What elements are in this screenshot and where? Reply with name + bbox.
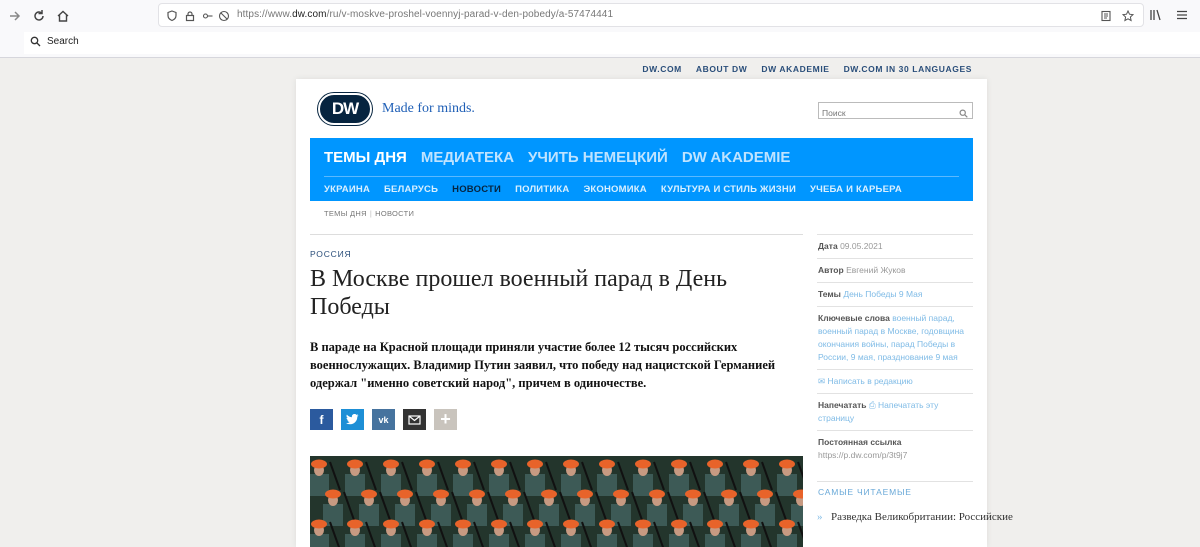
write-to-editor-link[interactable]: Написать в редакцию xyxy=(828,376,913,386)
vk-share-button[interactable]: vk xyxy=(372,409,395,430)
subtab-belarus[interactable]: БЕЛАРУСЬ xyxy=(384,184,438,195)
nav-divider xyxy=(324,176,959,177)
breadcrumb: ТЕМЫ ДНЯ | НОВОСТИ xyxy=(324,209,414,218)
bookmark-search-label: Search xyxy=(47,36,79,47)
dw-logo-mark: DW xyxy=(318,93,372,125)
meta-author: Автор Евгений Жуков xyxy=(817,258,973,282)
tab-learn-german[interactable]: УЧИТЬ НЕМЕЦКИЙ xyxy=(528,149,668,166)
breadcrumb-news[interactable]: НОВОСТИ xyxy=(375,209,414,218)
site-search[interactable] xyxy=(818,102,973,121)
tab-topics[interactable]: ТЕМЫ ДНЯ xyxy=(324,149,407,166)
meta-keywords: Ключевые слова военный парад, военный па… xyxy=(817,306,973,369)
share-buttons: f vk + xyxy=(310,409,457,430)
vk-icon: vk xyxy=(378,414,389,425)
twitter-share-button[interactable] xyxy=(341,409,364,430)
subtab-education[interactable]: УЧЕБА И КАРЬЕРА xyxy=(810,184,902,195)
twitter-icon xyxy=(346,414,359,425)
toplink-dw-com[interactable]: DW.COM xyxy=(642,64,681,74)
tab-media[interactable]: МЕДИАТЕКА xyxy=(421,149,514,166)
more-share-button[interactable]: + xyxy=(434,409,457,430)
write-to-editor[interactable]: ✉ Написать в редакцию xyxy=(817,369,973,393)
page-content: DW Made for minds. ТЕМЫ ДНЯ МЕДИАТЕКА УЧ… xyxy=(296,79,1013,547)
home-icon[interactable] xyxy=(54,7,72,25)
subtab-politics[interactable]: ПОЛИТИКА xyxy=(515,184,569,195)
permalink-value[interactable]: https://p.dw.com/p/3t9j7 xyxy=(818,450,907,460)
search-icon[interactable] xyxy=(959,105,968,123)
subtab-culture[interactable]: КУЛЬТУРА И СТИЛЬ ЖИЗНИ xyxy=(661,184,796,195)
bookmark-search[interactable]: Search xyxy=(30,36,79,47)
bookmark-star-icon[interactable] xyxy=(1121,9,1135,23)
parade-photo-graphic xyxy=(310,456,803,547)
tagline: Made for minds. xyxy=(382,101,475,116)
top-links: DW.COM ABOUT DW DW AKADEMIE DW.COM IN 30… xyxy=(642,64,972,74)
meta-permalink: Постоянная ссылка https://p.dw.com/p/3t9j… xyxy=(817,430,973,467)
article-divider xyxy=(310,234,803,235)
most-read-item[interactable]: Разведка Великобритании: Российские xyxy=(817,510,1013,524)
article-title: В Москве прошел военный парад в День Поб… xyxy=(310,266,728,320)
bookmarks-bar: Search xyxy=(24,32,1200,54)
shield-icon[interactable] xyxy=(165,9,179,23)
toplink-languages[interactable]: DW.COM IN 30 LANGUAGES xyxy=(844,64,972,74)
facebook-icon: f xyxy=(319,412,324,427)
reader-view-icon[interactable] xyxy=(1099,9,1113,23)
mail-icon xyxy=(408,414,421,425)
toplink-dw-akademie[interactable]: DW AKADEMIE xyxy=(761,64,829,74)
facebook-share-button[interactable]: f xyxy=(310,409,333,430)
article-sidebar: Дата 09.05.2021 Автор Евгений Жуков Темы… xyxy=(817,234,1013,524)
url-bar[interactable]: https://www.dw.com/ru/v-moskve-proshel-v… xyxy=(158,3,1144,27)
browser-toolbar: https://www.dw.com/ru/v-moskve-proshel-v… xyxy=(0,0,1200,58)
article-category[interactable]: РОССИЯ xyxy=(310,249,351,259)
meta-print: Напечатать ⎙ Напечатать эту страницу xyxy=(817,393,973,430)
url-text[interactable]: https://www.dw.com/ru/v-moskve-proshel-v… xyxy=(237,9,613,20)
meta-date: Дата 09.05.2021 xyxy=(817,234,973,258)
topic-link[interactable]: День Победы 9 Мая xyxy=(843,289,922,299)
printer-icon: ⎙ xyxy=(868,400,876,410)
dw-logo[interactable]: DW Made for minds. xyxy=(318,93,475,125)
meta-topics: Темы День Победы 9 Мая xyxy=(817,282,973,306)
breadcrumb-topics[interactable]: ТЕМЫ ДНЯ xyxy=(324,209,367,218)
toplink-about-dw[interactable]: ABOUT DW xyxy=(696,64,748,74)
plus-icon: + xyxy=(440,409,451,429)
email-share-button[interactable] xyxy=(403,409,426,430)
article-lead: В параде на Красной площади приняли учас… xyxy=(310,340,776,390)
most-read-title: САМЫЕ ЧИТАЕМЫЕ xyxy=(817,481,973,502)
reload-icon[interactable] xyxy=(30,7,48,25)
tab-dw-akademie[interactable]: DW AKADEMIE xyxy=(682,149,791,166)
library-icon[interactable] xyxy=(1148,7,1164,23)
search-input[interactable] xyxy=(819,105,949,121)
search-icon xyxy=(30,36,41,47)
forward-icon[interactable] xyxy=(6,7,24,25)
subtab-ukraine[interactable]: УКРАИНА xyxy=(324,184,370,195)
lock-icon[interactable] xyxy=(183,9,197,23)
article-photo xyxy=(310,456,803,547)
menu-icon[interactable] xyxy=(1174,7,1190,23)
permissions-icon[interactable] xyxy=(201,9,215,23)
tracking-blocked-icon[interactable] xyxy=(217,9,231,23)
subtab-economy[interactable]: ЭКОНОМИКА xyxy=(583,184,646,195)
mail-icon: ✉ xyxy=(818,376,826,386)
subtab-news[interactable]: НОВОСТИ xyxy=(452,184,501,195)
main-navigation: ТЕМЫ ДНЯ МЕДИАТЕКА УЧИТЬ НЕМЕЦКИЙ DW AKA… xyxy=(310,138,973,201)
breadcrumb-separator: | xyxy=(369,209,373,218)
